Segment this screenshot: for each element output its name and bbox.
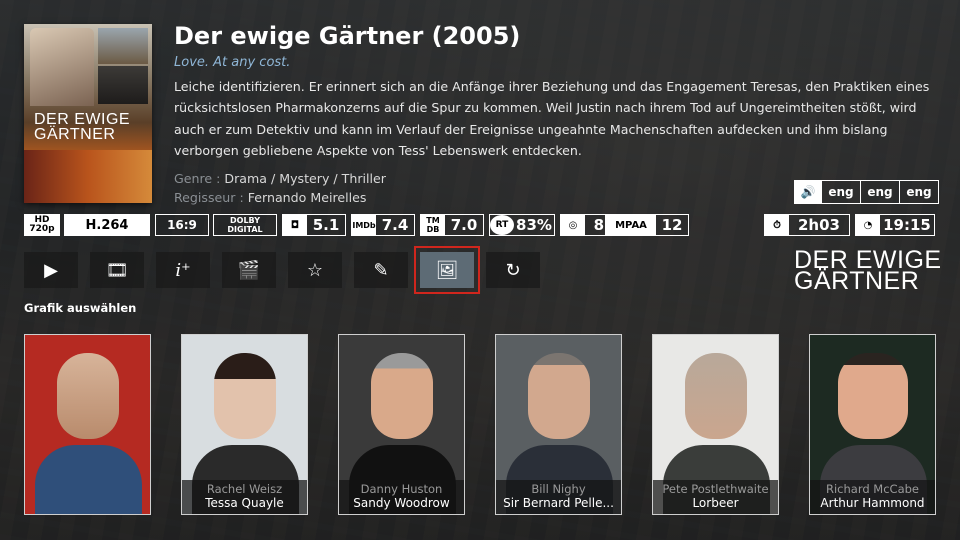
actor-name: Richard McCabe bbox=[825, 482, 920, 496]
play-icon: ▶ bbox=[44, 259, 58, 281]
actor-photo bbox=[25, 335, 150, 514]
resolution-flag: HD 720p bbox=[24, 214, 60, 236]
audio-streams: 🔊 eng eng eng bbox=[794, 180, 939, 204]
ends-at-flag: ◔ 19:15 bbox=[855, 214, 935, 236]
role-name: Lorbeer bbox=[692, 496, 739, 510]
poster-title: DER EWIGE GÄRTNER bbox=[34, 111, 131, 143]
cast-caption: Danny Huston Sandy Woodrow bbox=[339, 480, 464, 514]
edit-button[interactable]: ✎ bbox=[354, 252, 408, 288]
director-button[interactable]: 🎬 bbox=[222, 252, 276, 288]
speaker-icon: 🔊 bbox=[794, 180, 822, 204]
director-value: Fernando Meirelles bbox=[247, 190, 367, 205]
star-icon: ☆ bbox=[306, 259, 324, 281]
choose-art-button[interactable]: 🖼 bbox=[414, 246, 480, 294]
cast-card[interactable]: Richard McCabe Arthur Hammond bbox=[809, 334, 936, 515]
role-name: Tessa Quayle bbox=[205, 496, 284, 510]
film-strip-icon: 🎞 bbox=[105, 259, 129, 281]
cast-card[interactable]: Rachel Weisz Tessa Quayle bbox=[181, 334, 308, 515]
actor-name: Pete Postlethwaite bbox=[662, 482, 769, 496]
director-chair-icon: 🎬 bbox=[237, 259, 261, 281]
mpaa-rating: MPAA 12 bbox=[605, 214, 689, 236]
genre-label: Genre : bbox=[174, 171, 221, 186]
genre-value: Drama / Mystery / Thriller bbox=[224, 171, 386, 186]
image-gallery-icon: 🖼 bbox=[435, 259, 459, 281]
edit-icon: ✎ bbox=[373, 259, 389, 281]
runtime-flag: ⏱ 2h03 bbox=[764, 214, 850, 236]
trailer-button[interactable]: 🎞 bbox=[90, 252, 144, 288]
cast-caption: Pete Postlethwaite Lorbeer bbox=[653, 480, 778, 514]
imdb-rating: IMDb 7.4 bbox=[351, 214, 415, 236]
director-label: Regisseur : bbox=[174, 190, 244, 205]
cast-caption: Richard McCabe Arthur Hammond bbox=[810, 480, 935, 514]
cast-card[interactable]: Bill Nighy Sir Bernard Pelle... bbox=[495, 334, 622, 515]
director-line: Regisseur : Fernando Meirelles bbox=[174, 190, 366, 205]
role-name: Sandy Woodrow bbox=[353, 496, 450, 510]
genre-line: Genre : Drama / Mystery / Thriller bbox=[174, 171, 386, 186]
audio-lang-3: eng bbox=[899, 180, 939, 204]
role-name: Arthur Hammond bbox=[820, 496, 925, 510]
aspect-flag: 16:9 bbox=[155, 214, 209, 236]
audio-lang-1: eng bbox=[821, 180, 861, 204]
speakers-icon: ◘ bbox=[283, 215, 307, 235]
channels-flag: ◘ 5.1 bbox=[282, 214, 346, 236]
movie-title: Der ewige Gärtner (2005) bbox=[174, 22, 521, 50]
actor-name: Danny Huston bbox=[360, 482, 443, 496]
audio-codec-flag: DOLBY DIGITAL bbox=[213, 214, 277, 236]
info-button[interactable]: i⁺ bbox=[156, 252, 210, 288]
actor-name: Rachel Weisz bbox=[206, 482, 283, 496]
cast-caption: Rachel Weisz Tessa Quayle bbox=[182, 480, 307, 514]
favourite-button[interactable]: ☆ bbox=[288, 252, 342, 288]
play-button[interactable]: ▶ bbox=[24, 252, 78, 288]
cast-card[interactable] bbox=[24, 334, 151, 515]
rotten-tomatoes-rating: RT 83% bbox=[489, 214, 555, 236]
info-plus-icon: i⁺ bbox=[175, 259, 191, 281]
clearlogo: DER EWIGE GÄRTNER bbox=[794, 246, 942, 295]
cast-card[interactable]: Pete Postlethwaite Lorbeer bbox=[652, 334, 779, 515]
movie-poster: DER EWIGE GÄRTNER bbox=[24, 24, 152, 203]
metacritic-icon: ◎ bbox=[561, 215, 585, 235]
stopwatch-icon: ⏱ bbox=[765, 215, 789, 235]
actor-name: Bill Nighy bbox=[531, 482, 586, 496]
tmdb-rating: TM DB 7.0 bbox=[420, 214, 484, 236]
role-name: Sir Bernard Pelle... bbox=[503, 496, 614, 510]
clock-icon: ◔ bbox=[856, 215, 880, 235]
codec-flag: H.264 bbox=[64, 214, 150, 236]
cast-card[interactable]: Danny Huston Sandy Woodrow bbox=[338, 334, 465, 515]
refresh-button[interactable]: ↻ bbox=[486, 252, 540, 288]
movie-tagline: Love. At any cost. bbox=[174, 55, 291, 70]
movie-plot: Leiche identifizieren. Er erinnert sich … bbox=[174, 79, 930, 158]
refresh-icon: ↻ bbox=[505, 259, 521, 281]
cast-caption: Bill Nighy Sir Bernard Pelle... bbox=[496, 480, 621, 514]
section-label: Grafik auswählen bbox=[24, 301, 137, 315]
audio-lang-2: eng bbox=[860, 180, 900, 204]
